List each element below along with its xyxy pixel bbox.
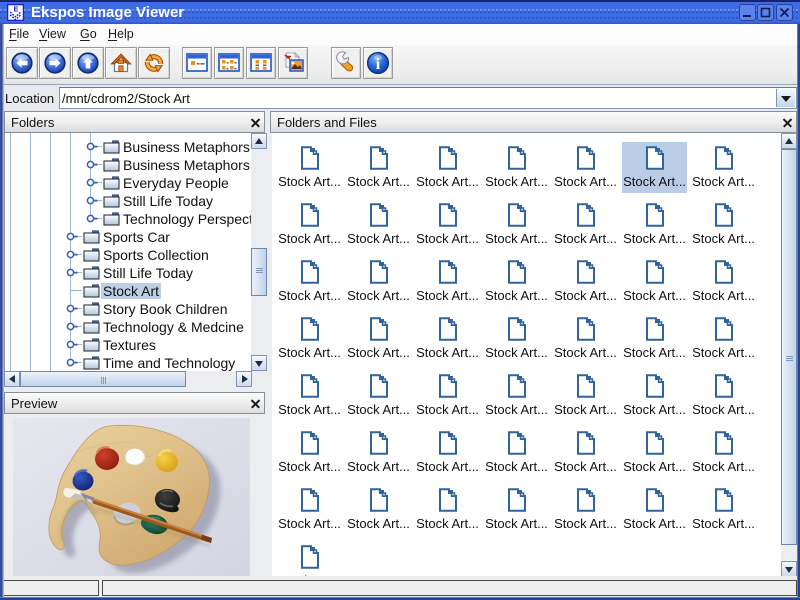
svg-text:i: i [376,56,381,73]
svg-text:E: E [13,5,18,14]
